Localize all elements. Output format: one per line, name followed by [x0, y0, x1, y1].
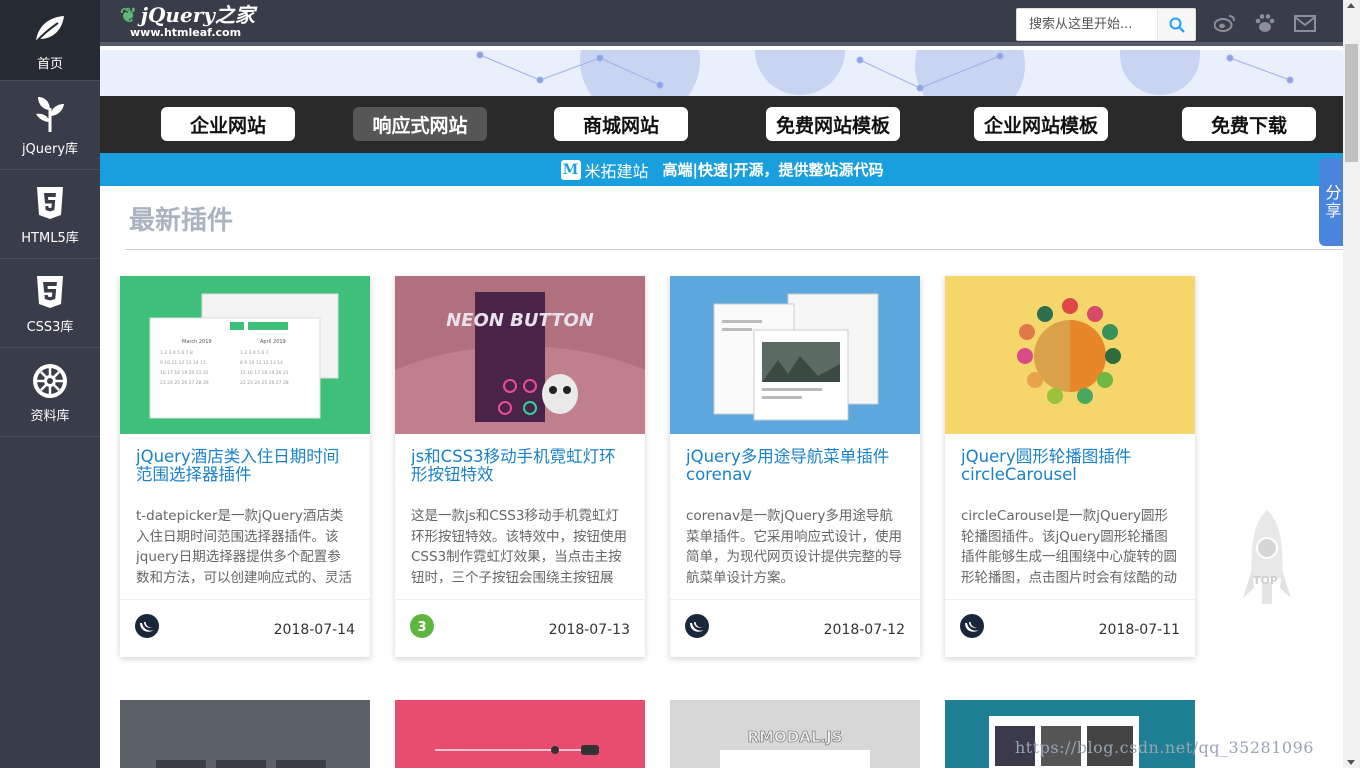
plugin-card[interactable]: jQuery多用途导航菜单插件corenav corenav是一款jQuery多… [670, 276, 920, 657]
css3-badge-icon: 3 [410, 614, 434, 638]
nav-button-free-download[interactable]: 免费下载 [1182, 107, 1316, 141]
ad-strip[interactable]: M 米拓建站 高端|快速|开源，提供整站源代码 [100, 153, 1344, 186]
logo-title: jQuery之家 [140, 3, 255, 27]
section-divider [125, 249, 1344, 250]
plugin-card-thumbnail[interactable] [120, 700, 370, 768]
card-description: circleCarousel是一款jQuery圆形轮播图插件。该jQuery圆形… [961, 508, 1177, 586]
top-banner-image [100, 50, 1344, 96]
card-description: 这是一款js和CSS3移动手机霓虹灯环形按钮特效。该特效中，按钮使用CSS3制作… [411, 508, 627, 586]
top-label: TOP [1253, 574, 1278, 587]
nav-button-enterprise-site[interactable]: 企业网站 [161, 107, 295, 141]
sidebar-item-html5[interactable]: HTML5库 [0, 170, 100, 259]
ad-slogan: 高端|快速|开源，提供整站源代码 [662, 161, 884, 179]
card-thumbnail: March 2019 April 2019 1 2 3 4 5 6 7 8 9 1… [120, 276, 370, 434]
top-header: ❦ jQuery之家 www.htmleaf.com [100, 0, 1344, 46]
nav-button-enterprise-templates[interactable]: 企业网站模板 [974, 107, 1108, 141]
neon-button-label: NEON BUTTON [446, 310, 594, 331]
logo-url: www.htmleaf.com [130, 26, 242, 39]
nav-button-responsive-site[interactable]: 响应式网站 [353, 107, 487, 141]
svg-text:16 17 18 19 20 21 22: 16 17 18 19 20 21 22 [160, 370, 209, 376]
left-sidebar: 首页 jQuery库 HTML5库 CSS3库 资料库 [0, 0, 100, 768]
sidebar-item-resources[interactable]: 资料库 [0, 348, 100, 437]
search-button[interactable] [1157, 9, 1195, 40]
plugin-card-thumbnail[interactable]: RMODAL.JS [670, 700, 920, 768]
empire-icon [30, 361, 70, 401]
nav-button-mall-site[interactable]: 商城网站 [554, 107, 688, 141]
card-date: 2018-07-11 [1098, 622, 1180, 638]
svg-text:9 10 11 12 13 14 15: 9 10 11 12 13 14 15 [160, 360, 206, 366]
social-icons [1214, 12, 1316, 34]
sidebar-item-css3[interactable]: CSS3库 [0, 259, 100, 348]
sidebar-item-home[interactable]: 首页 [0, 0, 100, 81]
sidebar-item-label: 资料库 [30, 408, 70, 424]
search-icon [1169, 17, 1185, 33]
svg-text:3: 3 [417, 620, 426, 635]
metinfo-m-icon: M [560, 159, 581, 180]
plugin-card-thumbnail[interactable] [945, 700, 1195, 768]
svg-text:15 16 17 18 19 20 21: 15 16 17 18 19 20 21 [240, 370, 289, 376]
card-footer: 2018-07-12 [670, 599, 920, 657]
leaf-icon [30, 9, 70, 49]
mail-icon[interactable] [1294, 12, 1316, 34]
card-thumbnail [945, 276, 1195, 434]
rocket-icon [1243, 510, 1291, 604]
scroll-down-arrow-icon[interactable] [1347, 760, 1355, 765]
sidebar-item-jquery[interactable]: jQuery库 [0, 81, 100, 170]
share-label: 分享 [1322, 184, 1342, 220]
sidebar-item-label: jQuery库 [21, 141, 79, 157]
card-footer: 2018-07-11 [945, 599, 1195, 657]
scrollbar-thumb[interactable] [1345, 44, 1358, 162]
card-title[interactable]: jQuery圆形轮播图插件circleCarousel [961, 448, 1179, 486]
ad-brand: 米拓建站 [584, 161, 649, 181]
plugin-card[interactable]: NEON BUTTON js和CSS3移动手机霓虹灯环形按钮特效 这是一款js和… [395, 276, 645, 657]
card-title[interactable]: jQuery酒店类入住日期时间范围选择器插件 [136, 448, 354, 486]
nav-button-free-templates[interactable]: 免费网站模板 [766, 107, 900, 141]
card-thumbnail [670, 276, 920, 434]
card-title[interactable]: js和CSS3移动手机霓虹灯环形按钮特效 [411, 448, 629, 486]
card-date: 2018-07-13 [548, 622, 630, 638]
rmodal-label: RMODAL.JS [748, 728, 843, 746]
category-nav: 企业网站 响应式网站 商城网站 免费网站模板 企业网站模板 免费下载 [100, 96, 1344, 153]
svg-text:8 9 10 11 12 13 14: 8 9 10 11 12 13 14 [240, 360, 283, 366]
site-logo[interactable]: ❦ jQuery之家 www.htmleaf.com [120, 5, 255, 39]
paw-icon[interactable] [1254, 12, 1276, 34]
search-input[interactable] [1017, 9, 1157, 40]
sidebar-item-label: HTML5库 [21, 230, 79, 246]
metinfo-logo: M 米拓建站 [560, 158, 649, 182]
card-title[interactable]: jQuery多用途导航菜单插件corenav [686, 448, 904, 486]
card-date: 2018-07-12 [823, 622, 905, 638]
svg-text:23 24 25 26 27 28 29: 23 24 25 26 27 28 29 [160, 380, 209, 386]
weibo-icon[interactable] [1214, 12, 1236, 34]
svg-text:1 2 3 4 5 6 7: 1 2 3 4 5 6 7 [240, 350, 269, 356]
watermark-url: https://blog.csdn.net/qq_35281096 [1015, 738, 1314, 757]
jquery-icon [685, 614, 709, 638]
plugin-card[interactable]: March 2019 April 2019 1 2 3 4 5 6 7 8 9 1… [120, 276, 370, 657]
svg-text:April 2019: April 2019 [260, 339, 286, 345]
vertical-scrollbar[interactable] [1343, 0, 1360, 768]
plugin-card[interactable]: jQuery圆形轮播图插件circleCarousel circleCarous… [945, 276, 1195, 657]
sprout-icon [30, 94, 70, 134]
jquery-icon [960, 614, 984, 638]
svg-text:March 2019: March 2019 [182, 339, 212, 345]
sidebar-item-label: 首页 [36, 56, 63, 72]
card-thumbnail: NEON BUTTON [395, 276, 645, 434]
search-box [1016, 8, 1196, 41]
sidebar-item-label: CSS3库 [26, 319, 74, 335]
svg-text:1 2 3 4 5 6 7 8: 1 2 3 4 5 6 7 8 [160, 350, 193, 356]
html5-icon [30, 183, 70, 223]
back-to-top-button[interactable]: TOP [1240, 508, 1294, 608]
scroll-up-arrow-icon[interactable] [1347, 3, 1355, 8]
css3-icon [30, 272, 70, 312]
svg-text:22 23 24 25 26 27 28: 22 23 24 25 26 27 28 [240, 380, 289, 386]
jquery-icon [135, 614, 159, 638]
section-title: 最新插件 [129, 206, 234, 236]
plugin-card-thumbnail[interactable] [395, 700, 645, 768]
card-footer: 3 2018-07-13 [395, 599, 645, 657]
card-footer: 2018-07-14 [120, 599, 370, 657]
share-tab[interactable]: 分享 [1319, 158, 1344, 246]
card-description: t-datepicker是一款jQuery酒店类入住日期时间范围选择器插件。该j… [136, 508, 352, 586]
card-date: 2018-07-14 [273, 622, 355, 638]
logo-leaf-icon: ❦ [120, 3, 137, 27]
card-description: corenav是一款jQuery多用途导航菜单插件。它采用响应式设计，使用简单，… [686, 508, 902, 586]
